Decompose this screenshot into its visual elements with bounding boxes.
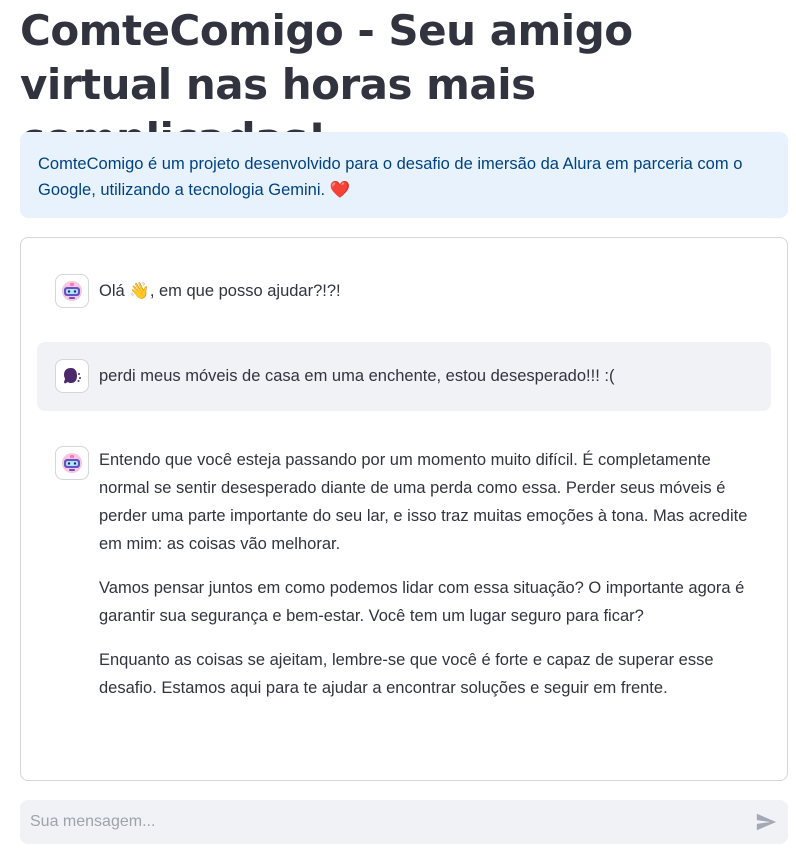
heart-emoji: ❤️ — [329, 181, 351, 199]
chat-message-text: Olá 👋, em que posso ajudar?!?! — [99, 277, 759, 305]
chat-message-user: perdi meus móveis de casa em uma enchent… — [37, 342, 771, 411]
send-button[interactable] — [754, 810, 778, 834]
chat-input-bar[interactable] — [20, 800, 788, 844]
user-speaking-icon — [55, 359, 89, 393]
info-alert: ComteComigo é um projeto desenvolvido pa… — [20, 132, 788, 218]
chat-message-assistant: Entendo que você esteja passando por um … — [37, 434, 771, 714]
chat-message-text: perdi meus móveis de casa em uma enchent… — [99, 367, 615, 385]
chat-message-assistant: Olá 👋, em que posso ajudar?!?! — [37, 262, 771, 322]
message-paragraph: Entendo que você esteja passando por um … — [99, 451, 748, 553]
chat-container[interactable]: Olá 👋, em que posso ajudar?!?! perdi meu… — [20, 237, 788, 781]
message-input[interactable] — [20, 800, 740, 844]
send-icon[interactable] — [755, 811, 777, 833]
greeting-text: Olá — [99, 282, 125, 300]
robot-icon — [55, 446, 89, 480]
message-paragraph: Vamos pensar juntos em como podemos lida… — [99, 579, 745, 625]
message-paragraph: Enquanto as coisas se ajeitam, lembre-se… — [99, 651, 714, 697]
info-text: ComteComigo é um projeto desenvolvido pa… — [38, 155, 743, 199]
greeting-question: , em que posso ajudar?!?! — [149, 282, 341, 300]
chat-message-text: Entendo que você esteja passando por um … — [99, 446, 759, 718]
waving-hand-emoji: 👋 — [129, 282, 150, 300]
robot-icon — [55, 274, 89, 308]
